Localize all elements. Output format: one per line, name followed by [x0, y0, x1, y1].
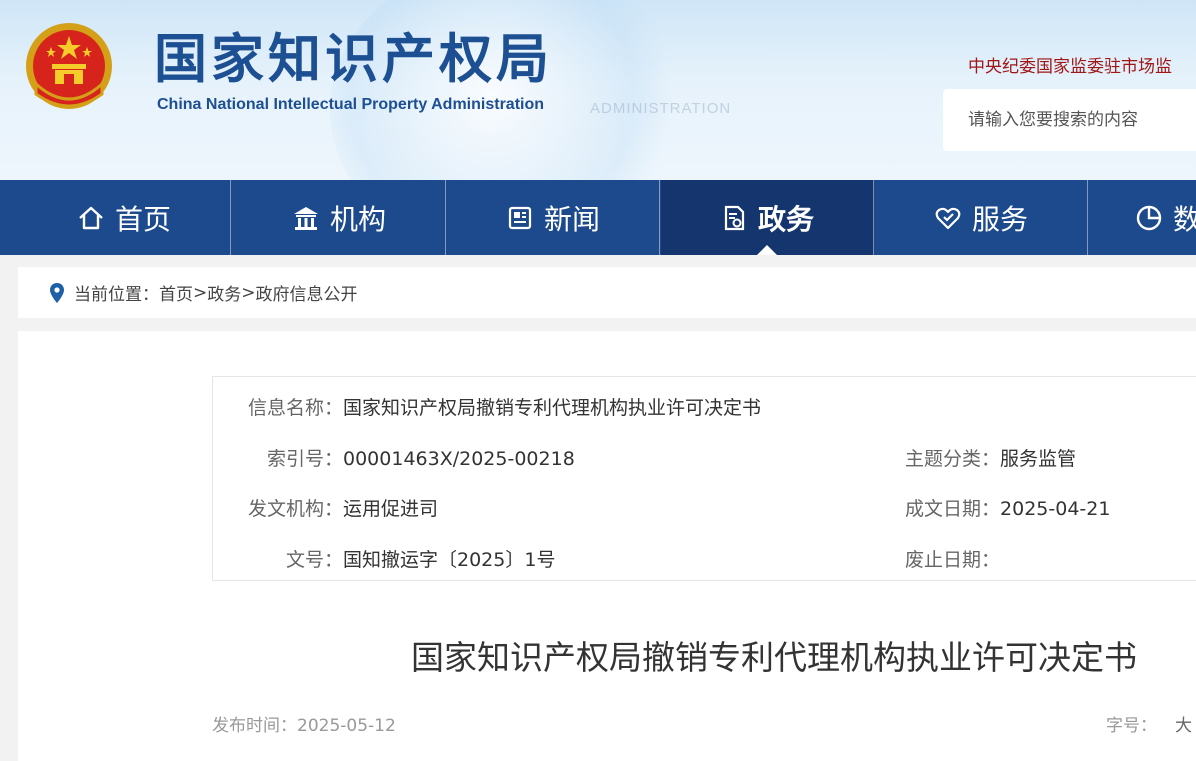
- site-title[interactable]: 国家知识产权局: [154, 30, 553, 90]
- header-watermark: ADMINISTRATION: [590, 100, 732, 117]
- breadcrumb-separator: >: [241, 282, 256, 303]
- breadcrumb-info-disclosure-link[interactable]: 政府信息公开: [256, 280, 358, 305]
- active-nav-caret: [757, 245, 777, 255]
- nav-label-government-affairs: 政务: [757, 202, 814, 236]
- font-size-label: 字号：: [1106, 716, 1157, 736]
- site-header: ADMINISTRATION 国家知识产权局 China National In…: [0, 0, 1196, 180]
- index-label: 索引号：: [266, 448, 343, 470]
- main-nav: 首页 机构 新闻 政务 服务 数: [0, 180, 1196, 255]
- date-value: 2025-04-21: [1000, 498, 1111, 520]
- breadcrumb-home-link[interactable]: 首页: [159, 280, 193, 305]
- index-value: 00001463X/2025-00218: [343, 448, 575, 470]
- issuer-row: 发文机构：运用促进司: [213, 494, 438, 521]
- government-affairs-icon: [724, 205, 745, 230]
- nav-label-service: 服务: [971, 202, 1028, 236]
- docno-label: 文号：: [285, 549, 343, 571]
- supervision-link[interactable]: 中央纪委国家监委驻市场监: [968, 52, 1172, 77]
- nav-item-home[interactable]: 首页: [18, 180, 231, 255]
- article-title: 国家知识产权局撤销专利代理机构执业许可决定书: [411, 638, 1137, 677]
- national-emblem-icon[interactable]: [24, 22, 114, 114]
- nav-label-institution: 机构: [329, 202, 386, 236]
- topic-row: 主题分类：服务监管: [905, 444, 1076, 471]
- breadcrumb-prefix: 当前位置：: [74, 285, 159, 305]
- expire-row: 废止日期：: [905, 545, 1000, 572]
- globe-background: [330, 0, 690, 180]
- nav-item-institution[interactable]: 机构: [233, 180, 446, 255]
- font-size-large-button[interactable]: 大: [1175, 716, 1192, 736]
- nav-label-news: 新闻: [543, 202, 600, 236]
- site-subtitle: China National Intellectual Property Adm…: [157, 96, 545, 113]
- breadcrumb: 当前位置： 首页 > 政务 > 政府信息公开: [18, 267, 1196, 318]
- index-row: 索引号：00001463X/2025-00218: [213, 444, 575, 471]
- info-name-row: 信息名称：国家知识产权局撤销专利代理机构执业许可决定书: [213, 393, 761, 420]
- topic-value: 服务监管: [1000, 448, 1077, 470]
- publish-time: 发布时间：2025-05-12: [212, 711, 396, 736]
- home-icon: [79, 206, 103, 229]
- issuer-label: 发文机构：: [247, 498, 343, 520]
- info-name-label: 信息名称：: [247, 397, 343, 419]
- data-icon: [1136, 205, 1162, 230]
- breadcrumb-government-affairs-link[interactable]: 政务: [207, 280, 241, 305]
- publish-label: 发布时间：: [212, 716, 297, 736]
- nav-item-government-affairs[interactable]: 政务: [661, 180, 874, 255]
- institution-icon: [293, 206, 318, 230]
- date-label: 成文日期：: [905, 498, 1001, 520]
- nav-label-home: 首页: [114, 202, 171, 236]
- location-pin-icon: [50, 282, 64, 303]
- nav-item-data[interactable]: 数: [1089, 180, 1196, 255]
- docno-value: 国知撤运字〔2025〕1号: [343, 549, 556, 571]
- font-size-control: 字号： 大: [1106, 711, 1192, 736]
- nav-item-service[interactable]: 服务: [875, 180, 1088, 255]
- docno-row: 文号：国知撤运字〔2025〕1号: [213, 545, 555, 572]
- publish-date: 2025-05-12: [297, 716, 396, 736]
- service-icon: [935, 207, 961, 229]
- date-row: 成文日期：2025-04-21: [905, 494, 1110, 521]
- news-icon: [508, 206, 532, 229]
- expire-label: 废止日期：: [905, 549, 1001, 571]
- issuer-value: 运用促进司: [343, 498, 439, 520]
- topic-label: 主题分类：: [905, 448, 1001, 470]
- info-name-value: 国家知识产权局撤销专利代理机构执业许可决定书: [343, 397, 762, 419]
- nav-label-data: 数: [1173, 202, 1196, 236]
- breadcrumb-separator: >: [193, 282, 208, 303]
- nav-item-news[interactable]: 新闻: [447, 180, 660, 255]
- search-input[interactable]: 请输入您要搜索的内容: [943, 89, 1196, 151]
- document-metadata-table: 信息名称：国家知识产权局撤销专利代理机构执业许可决定书 索引号：00001463…: [212, 376, 1196, 581]
- article-panel: 信息名称：国家知识产权局撤销专利代理机构执业许可决定书 索引号：00001463…: [18, 331, 1196, 761]
